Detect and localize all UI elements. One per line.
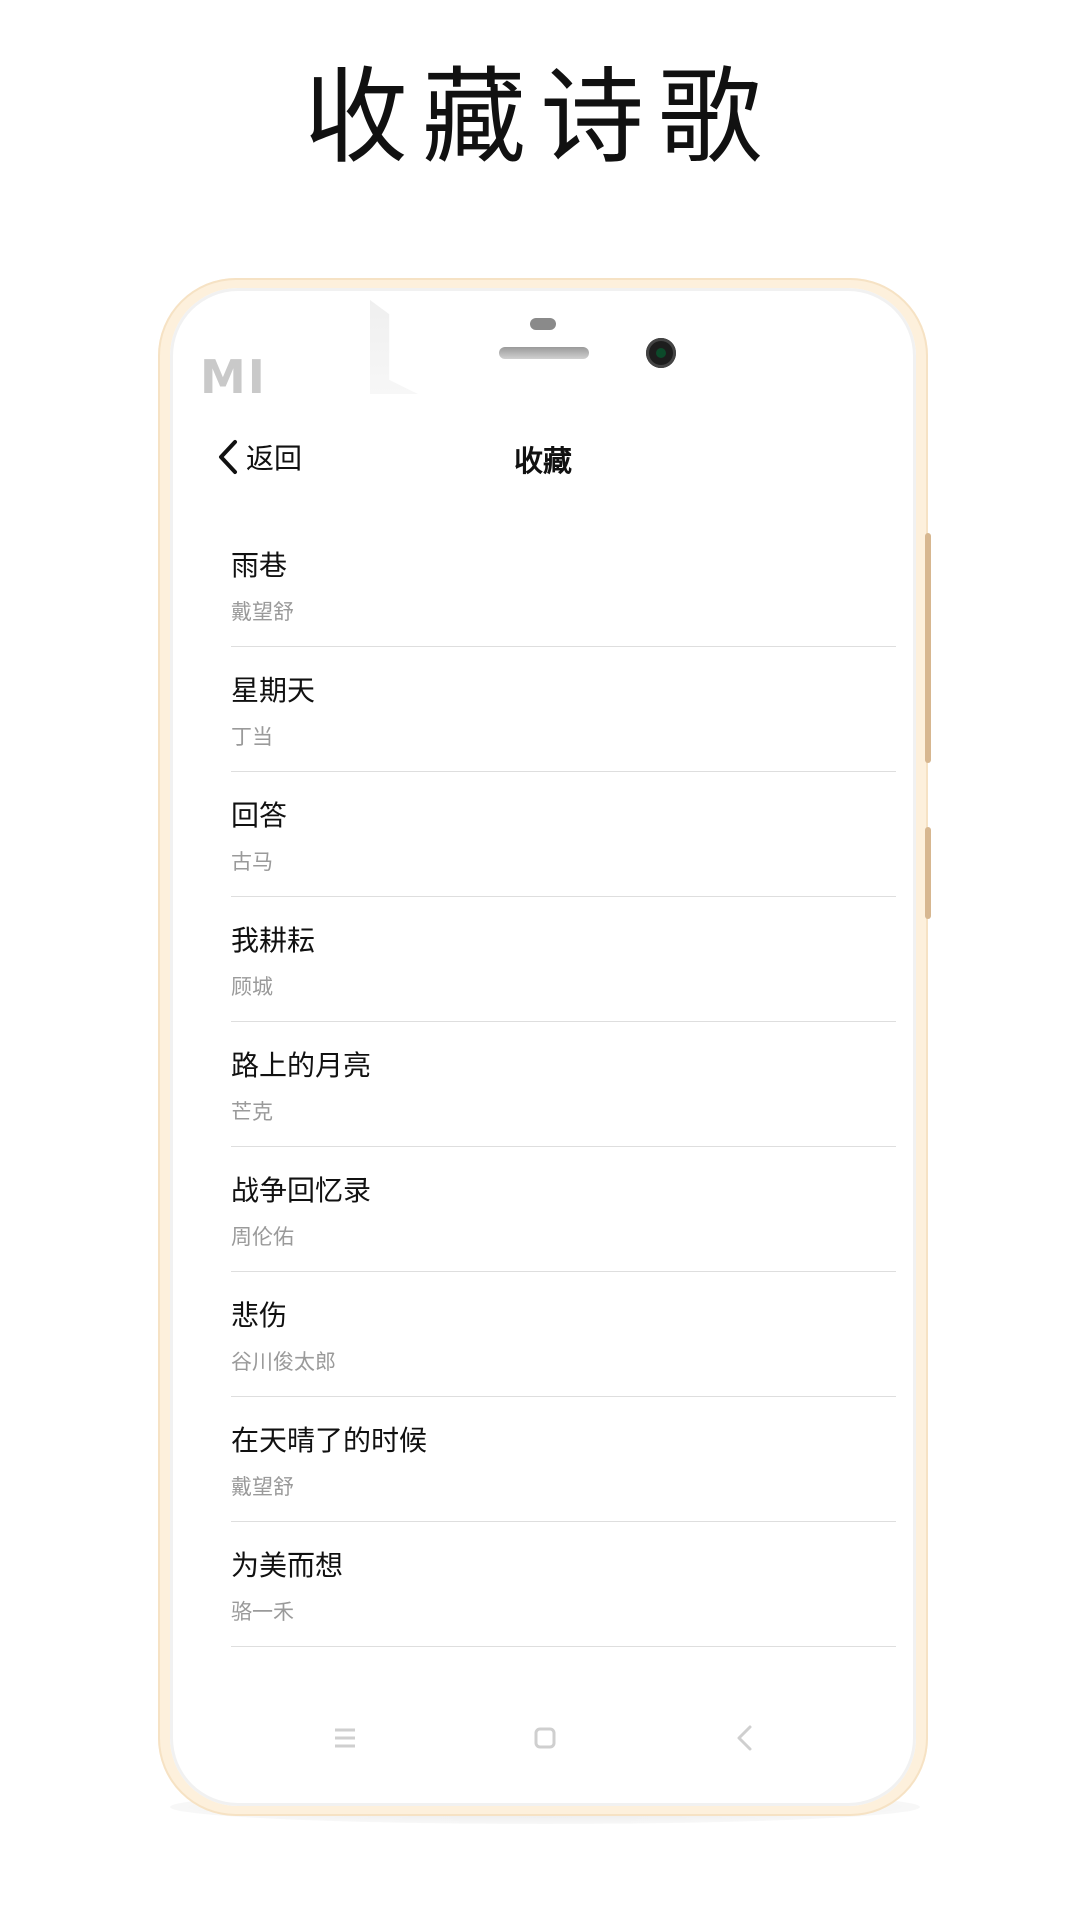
- list-item[interactable]: 路上的月亮 芒克: [231, 1022, 896, 1147]
- volume-button: [925, 533, 931, 763]
- mi-logo: MI: [200, 350, 267, 404]
- promo-page: 收藏诗歌 MI 返回 收藏 雨巷 戴望舒 星期天 丁当 回答 古马 我耕耘 顾城…: [0, 0, 1080, 1920]
- poem-title: 悲伤: [231, 1299, 288, 1332]
- poem-author: 戴望舒: [231, 600, 294, 624]
- poem-title: 星期天: [231, 674, 316, 707]
- poem-author: 周伦佑: [231, 1225, 294, 1249]
- menu-icon[interactable]: [325, 1718, 365, 1758]
- promo-title: 收藏诗歌: [303, 56, 776, 178]
- poem-title: 在天晴了的时候: [231, 1424, 428, 1457]
- poem-title: 我耕耘: [231, 924, 316, 957]
- list-item[interactable]: 战争回忆录 周伦佑: [231, 1147, 896, 1272]
- poem-author: 骆一禾: [231, 1600, 294, 1624]
- list-item[interactable]: 回答 古马: [231, 772, 896, 897]
- navigation-bar: 返回 收藏: [190, 420, 896, 490]
- list-item[interactable]: 雨巷 戴望舒: [231, 522, 896, 647]
- list-item[interactable]: 我耕耘 顾城: [231, 897, 896, 1022]
- poem-author: 顾城: [231, 975, 273, 999]
- poem-author: 芒克: [231, 1100, 273, 1124]
- system-navigation-bar: [0, 1718, 1080, 1758]
- home-icon[interactable]: [525, 1718, 565, 1758]
- poem-title: 为美而想: [231, 1549, 344, 1582]
- power-button: [925, 827, 931, 919]
- favorites-list: 雨巷 戴望舒 星期天 丁当 回答 古马 我耕耘 顾城 路上的月亮 芒克 战争回忆…: [231, 522, 896, 1647]
- back-icon[interactable]: [725, 1718, 765, 1758]
- poem-title: 雨巷: [231, 549, 288, 582]
- front-camera: [646, 338, 676, 368]
- app-screen: 返回 收藏 雨巷 戴望舒 星期天 丁当 回答 古马 我耕耘 顾城 路上的月亮 芒…: [190, 410, 896, 1675]
- list-item[interactable]: 为美而想 骆一禾: [231, 1522, 896, 1647]
- page-title: 收藏: [513, 444, 572, 478]
- poem-author: 戴望舒: [231, 1475, 294, 1499]
- list-item[interactable]: 星期天 丁当: [231, 647, 896, 772]
- poem-title: 路上的月亮: [231, 1049, 372, 1082]
- poem-title: 战争回忆录: [231, 1174, 372, 1207]
- list-item[interactable]: 悲伤 谷川俊太郎: [231, 1272, 896, 1397]
- list-item[interactable]: 在天晴了的时候 戴望舒: [231, 1397, 896, 1522]
- poem-title: 回答: [231, 799, 288, 832]
- earpiece-speaker: [499, 347, 589, 359]
- poem-author: 古马: [231, 850, 273, 874]
- proximity-sensor: [530, 318, 556, 330]
- poem-author: 丁当: [231, 725, 273, 749]
- poem-author: 谷川俊太郎: [231, 1350, 336, 1374]
